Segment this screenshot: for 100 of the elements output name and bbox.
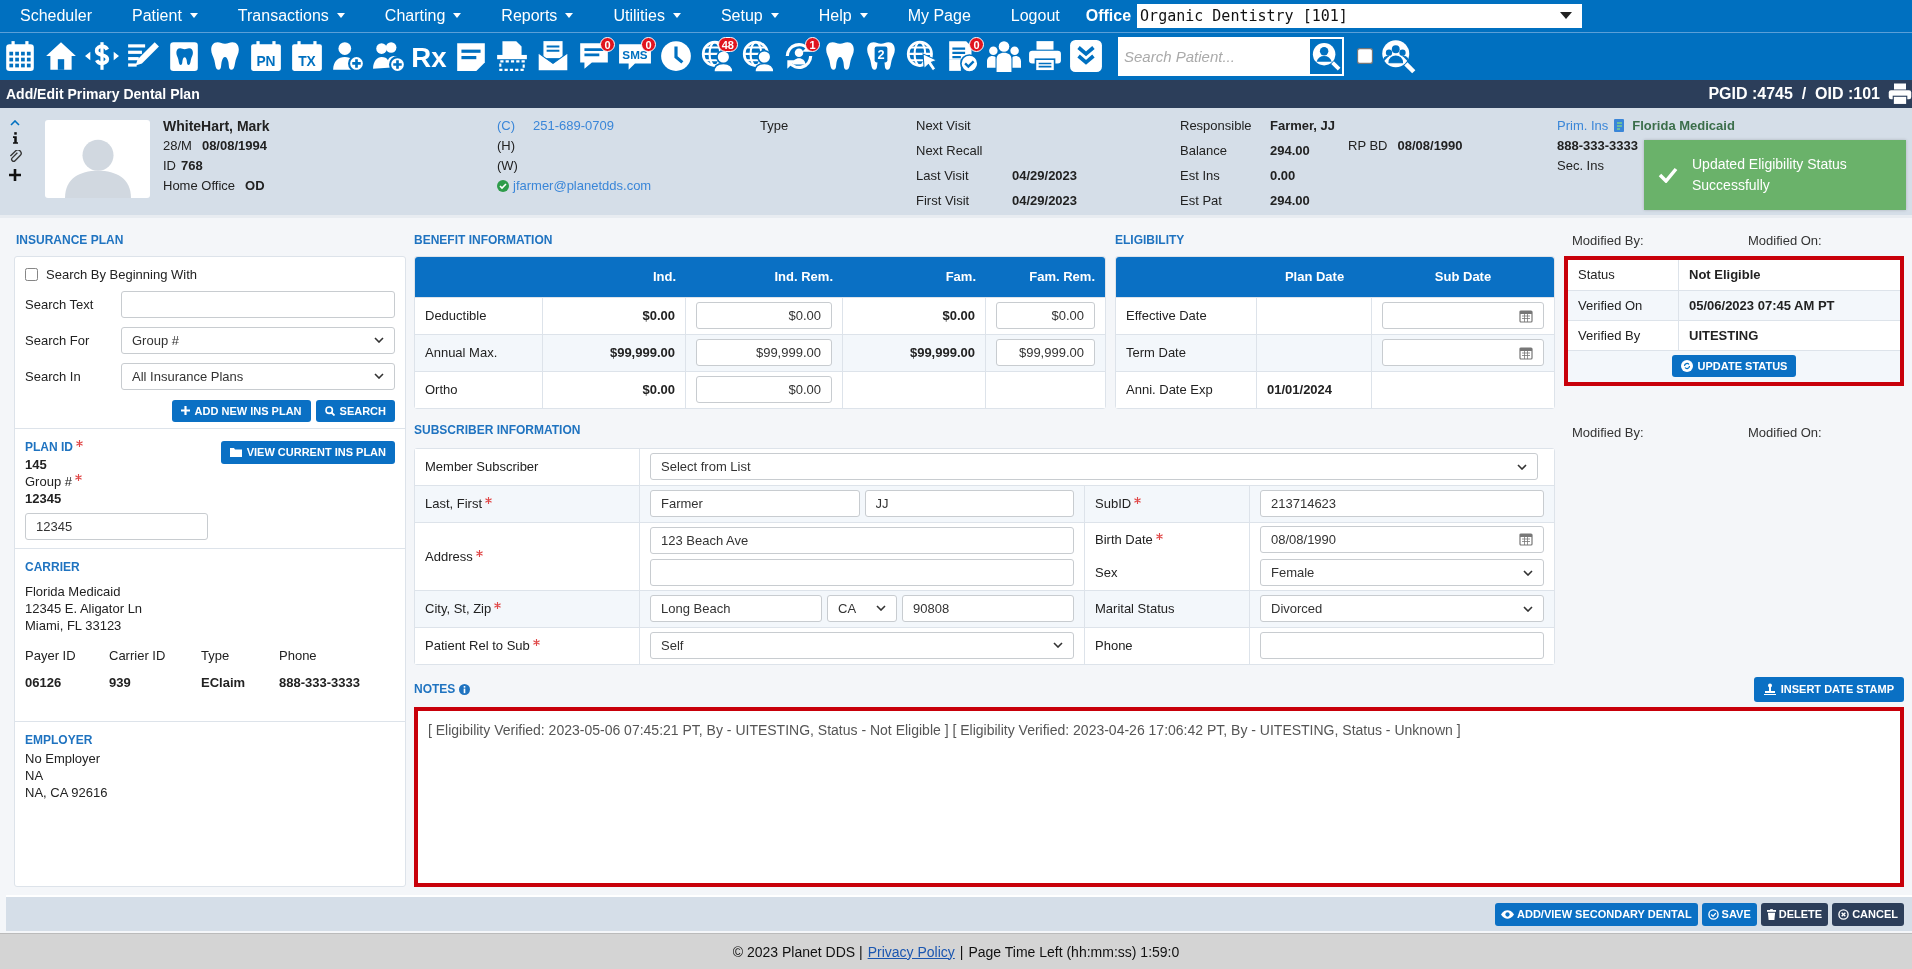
document-check-icon[interactable] — [946, 39, 980, 74]
delete-button[interactable]: DELETE — [1760, 902, 1829, 926]
caret-up-icon[interactable] — [10, 119, 20, 126]
clock-icon[interactable] — [659, 39, 693, 74]
document-icon — [1614, 118, 1627, 133]
primary-insurance-link[interactable]: Prim. Ins — [1557, 117, 1609, 134]
calendar-icon[interactable] — [3, 39, 37, 74]
text-field[interactable]: JJ — [864, 489, 1074, 517]
globe-person-icon[interactable] — [700, 39, 734, 74]
prescription-icon[interactable]: Rx — [413, 39, 447, 74]
date-field[interactable]: 08/08/1990 — [1260, 525, 1544, 553]
search-text-field[interactable] — [121, 290, 395, 318]
field-label: Address — [425, 548, 473, 564]
account-label: Est Pat — [1180, 193, 1223, 211]
date-field[interactable] — [1382, 339, 1544, 367]
group-number: 12345 — [25, 489, 63, 507]
dropdown[interactable]: Female — [1260, 559, 1544, 587]
detail-label: Type — [201, 646, 231, 664]
menu-item[interactable]: Charting — [364, 6, 482, 25]
employer-address-line: No Employer — [25, 749, 102, 767]
copyright-text: © 2023 Planet DDS | — [732, 943, 863, 960]
add-plan-button[interactable]: ADD NEW INS PLAN — [171, 399, 311, 422]
employer-address-line: NA — [25, 766, 45, 784]
check-circle-icon — [1707, 908, 1719, 920]
chevrons-down-icon[interactable] — [1069, 39, 1103, 74]
column-header: Ind. — [651, 269, 677, 285]
chevron-down-icon — [1053, 642, 1063, 649]
globe-cursor-icon[interactable] — [905, 39, 939, 74]
checkbox[interactable] — [1357, 48, 1373, 65]
menu-item[interactable]: Utilities — [593, 6, 701, 25]
member-dropdown[interactable]: Select from List — [650, 453, 1538, 481]
chevron-down-icon — [876, 605, 886, 612]
table-cell: 01/01/2024 — [1257, 371, 1372, 408]
text-field[interactable]: Long Beach — [650, 594, 822, 622]
printer-icon[interactable] — [1888, 81, 1912, 106]
amount-field[interactable]: $99,999.00 — [996, 339, 1095, 367]
caret-down-icon — [1560, 12, 1573, 20]
table-cell: $0.00 — [843, 297, 986, 334]
field-label: Phone — [1095, 638, 1133, 654]
dropdown[interactable]: All Insurance Plans — [121, 362, 395, 390]
cancel-button[interactable]: CANCEL — [1832, 902, 1904, 926]
group-field[interactable]: 12345 — [25, 512, 208, 540]
search-button[interactable]: SEARCH — [315, 399, 395, 422]
column-header: Plan Date — [1283, 269, 1346, 285]
chevron-down-icon — [1523, 605, 1533, 612]
printer-icon[interactable] — [1028, 39, 1062, 74]
text-field[interactable]: 213714623 — [1260, 490, 1544, 518]
tooth-card-icon[interactable] — [167, 39, 201, 74]
plus-icon[interactable] — [9, 168, 21, 181]
amount-field[interactable]: $0.00 — [996, 302, 1095, 330]
dropdown[interactable]: CA — [827, 594, 897, 622]
dropdown[interactable]: Divorced — [1260, 595, 1544, 623]
menu-item[interactable]: Logout — [990, 6, 1080, 25]
menu-item[interactable]: Transactions — [217, 6, 365, 25]
menu-item[interactable]: Setup — [700, 6, 799, 25]
text-field[interactable]: Farmer — [650, 489, 860, 517]
patient-search-field[interactable]: Search Patient... — [1118, 36, 1308, 76]
text-field[interactable]: 90808 — [902, 594, 1074, 622]
menu-item[interactable]: Scheduler — [0, 6, 113, 25]
text-field[interactable] — [650, 558, 1074, 586]
count-badge: 1 — [805, 37, 820, 53]
count-badge: 0 — [969, 37, 984, 53]
trash-icon — [1766, 908, 1776, 920]
phone-link[interactable]: 251-689-0709 — [533, 117, 614, 134]
secondary-dental-button[interactable]: ADD/VIEW SECONDARY DENTAL — [1495, 902, 1698, 926]
checkbox[interactable] — [25, 267, 38, 281]
amount-field[interactable]: $0.00 — [696, 302, 832, 330]
menu-item[interactable]: My Page — [887, 6, 991, 25]
view-plan-button[interactable]: VIEW CURRENT INS PLAN — [220, 440, 395, 464]
update-status-button[interactable]: UPDATE STATUS — [1671, 354, 1797, 377]
office-dropdown[interactable]: Organic Dentistry [101] — [1137, 3, 1583, 28]
people-icon[interactable] — [987, 39, 1021, 74]
menu-item[interactable]: Reports — [481, 6, 594, 25]
menu-item[interactable]: Help — [798, 6, 888, 25]
field-label: Last, First — [425, 496, 483, 512]
paperclip-icon[interactable] — [8, 149, 22, 163]
column-header: Sub Date — [1433, 269, 1493, 285]
age-sex: 28/M — [163, 137, 192, 154]
checkbox-label: Search By Beginning With — [46, 266, 198, 282]
insert-date-stamp-button[interactable]: INSERT DATE STAMP — [1753, 676, 1904, 702]
menu-item[interactable]: Patient — [112, 6, 218, 25]
group-search-icon[interactable] — [1380, 38, 1416, 75]
scanner-icon[interactable] — [495, 39, 529, 74]
email-link[interactable]: jfarmer@planetdds.com — [513, 177, 652, 194]
globe-person-icon[interactable] — [741, 39, 775, 74]
add-people-icon[interactable] — [372, 39, 406, 74]
amount-field[interactable]: $99,999.00 — [696, 339, 832, 367]
amount-field[interactable]: $0.00 — [696, 376, 832, 404]
text-field[interactable]: 123 Beach Ave — [650, 526, 1074, 554]
office-label: Office — [1085, 6, 1132, 25]
info-icon[interactable] — [12, 131, 18, 144]
dropdown[interactable]: Self — [650, 631, 1074, 659]
notes-field[interactable]: [ Eligibility Verified: 2023-05-06 07:45:21 PT, By - UITESTING, Status - Not Eligible ] [ Eligibility Verified: 2023-04-26 17:06:42 PT, By - UITESTING, Status - Unknown ] — [418, 710, 1900, 884]
envelope-icon[interactable] — [536, 39, 570, 74]
text-field[interactable] — [1260, 632, 1544, 660]
save-button[interactable]: SAVE — [1701, 902, 1757, 926]
date-field[interactable] — [1382, 302, 1544, 330]
privacy-policy-link[interactable]: Privacy Policy — [867, 943, 955, 960]
dropdown[interactable]: Group # — [121, 326, 395, 354]
patient-search-button[interactable] — [1308, 36, 1344, 76]
